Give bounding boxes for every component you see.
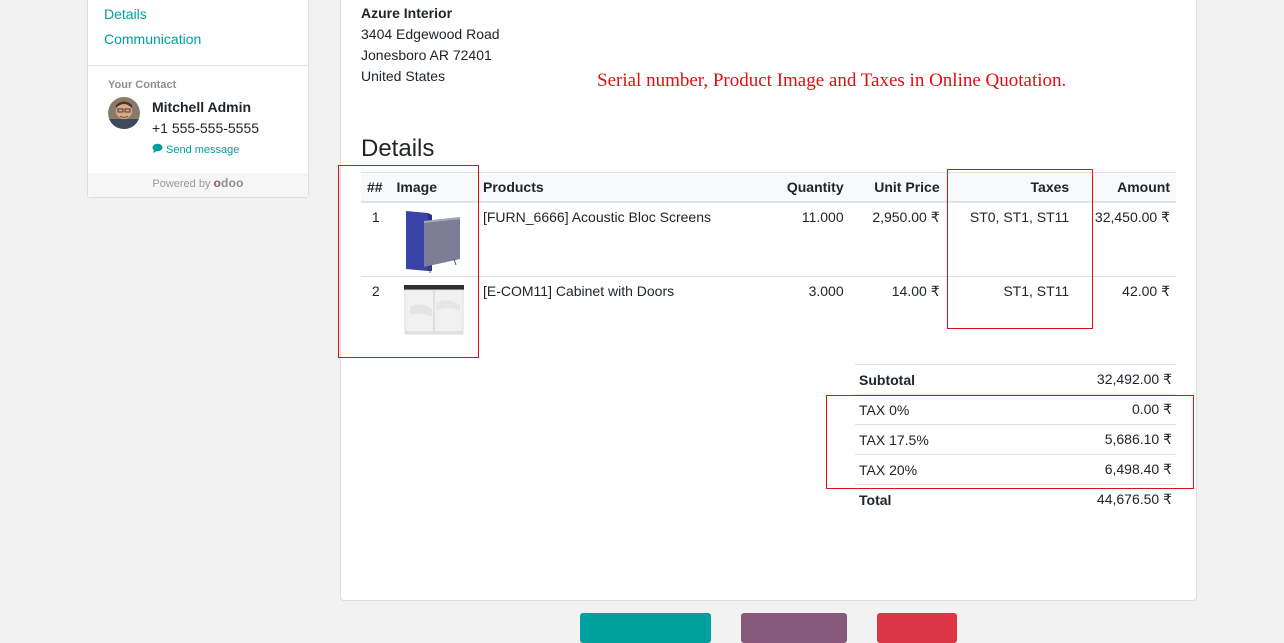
details-heading: Details (361, 135, 435, 162)
subtotal-row: Subtotal 32,492.00 ₹ (855, 364, 1176, 395)
sidebar-link-details[interactable]: Details (104, 6, 147, 22)
reject-button[interactable] (877, 613, 957, 643)
col-unit-price: Unit Price (849, 172, 946, 203)
odoo-logo[interactable]: odoo (214, 176, 244, 190)
sidebar-link-communication[interactable]: Communication (104, 31, 201, 47)
powered-by-footer: Powered by odoo (88, 173, 308, 197)
row-unit-price: 2,950.00 ₹ (849, 202, 946, 277)
powered-by-label: Powered by (152, 178, 211, 190)
row-unit-price: 14.00 ₹ (891, 283, 940, 299)
send-message-label: Send message (166, 143, 240, 156)
contact-phone: +1 555-555-5555 (152, 120, 260, 136)
subtotal-label: Subtotal (855, 364, 1011, 395)
customer-country: United States (361, 68, 446, 84)
row-product: [E-COM11] Cabinet with Doors (482, 283, 675, 299)
chat-bubble-icon (152, 143, 163, 156)
customer-street: 3404 Edgewood Road (361, 26, 500, 42)
contact-name: Mitchell Admin (152, 99, 252, 115)
highlight-taxes-column (947, 169, 1093, 329)
row-quantity: 11.000 (757, 202, 850, 277)
contact-avatar (108, 97, 140, 129)
row-quantity: 3.000 (808, 283, 844, 299)
row-product: [FURN_6666] Acoustic Bloc Screens (476, 202, 758, 277)
annotation-text: Serial number, Product Image and Taxes i… (597, 70, 1067, 91)
customer-city: Jonesboro AR 72401 (361, 47, 492, 63)
feedback-button[interactable] (741, 613, 847, 643)
sidebar-divider (88, 65, 308, 66)
highlight-tax-totals (826, 395, 1194, 489)
highlight-serial-image (338, 165, 479, 358)
sidebar-card: Details Communication Your Contact Mitch… (87, 0, 309, 198)
col-products: Products (476, 172, 758, 203)
col-quantity: Quantity (757, 172, 850, 203)
accept-sign-button[interactable] (580, 613, 711, 643)
send-message-link[interactable]: Send message (152, 143, 239, 156)
customer-name: Azure Interior (361, 5, 453, 21)
contact-section-title: Your Contact (108, 79, 177, 91)
subtotal-amount: 32,492.00 ₹ (1010, 364, 1176, 395)
